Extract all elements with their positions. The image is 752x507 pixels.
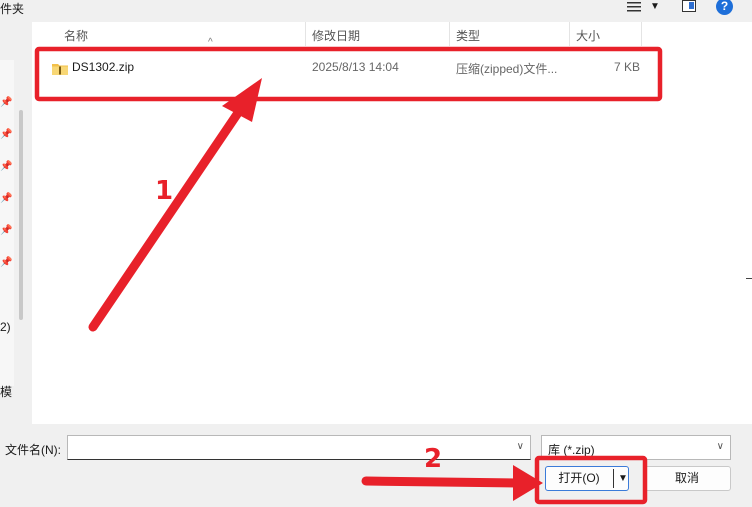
file-type: 压缩(zipped)文件... — [456, 62, 558, 76]
column-divider[interactable] — [305, 22, 306, 46]
file-type-filter[interactable]: 库 (*.zip) ∨ — [541, 435, 731, 460]
file-size: 7 KB — [614, 60, 641, 74]
column-divider[interactable] — [569, 22, 570, 46]
view-list-icon[interactable] — [627, 1, 641, 13]
pin-icon[interactable]: 📌 — [0, 129, 12, 141]
file-name[interactable]: DS1302.zip — [72, 60, 134, 74]
nav-scrollbar[interactable] — [19, 110, 23, 320]
navigation-pane — [0, 22, 23, 424]
pin-icon[interactable]: 📌 — [0, 257, 12, 269]
pin-icon[interactable]: 📌 — [0, 97, 12, 109]
column-divider[interactable] — [449, 22, 450, 46]
filename-input[interactable]: ∨ — [67, 435, 531, 460]
zip-folder-icon — [52, 64, 68, 75]
column-header-name[interactable]: 名称 — [64, 24, 88, 48]
file-row[interactable]: DS1302.zip 2025/8/13 14:04 压缩(zipped)文件.… — [32, 56, 652, 80]
column-header-size[interactable]: 大小 — [576, 24, 600, 48]
dialog-footer: 文件名(N): ∨ 库 (*.zip) ∨ 打开(O) ▼ 取消 — [0, 424, 752, 507]
file-list: ^ 名称 修改日期 类型 大小 DS1302.zip 2025/8/13 14:… — [32, 22, 752, 424]
preview-pane-icon[interactable] — [682, 0, 696, 12]
column-header-type[interactable]: 类型 — [456, 24, 480, 48]
sort-ascending-icon: ^ — [208, 37, 213, 48]
split-divider — [613, 469, 614, 488]
cancel-button[interactable]: 取消 — [643, 466, 731, 491]
chevron-down-icon[interactable]: ∨ — [717, 441, 724, 452]
step-number-1: 1 — [155, 176, 174, 206]
file-modified: 2025/8/13 14:04 — [312, 60, 399, 74]
help-icon[interactable]: ? — [716, 0, 733, 15]
column-divider[interactable] — [641, 22, 642, 46]
pin-icon[interactable]: 📌 — [0, 225, 12, 237]
filename-label: 文件名(N): — [5, 443, 61, 457]
step-number-2: 2 — [424, 444, 443, 474]
open-button[interactable]: 打开(O) ▼ — [545, 466, 629, 491]
pin-icon[interactable]: 📌 — [0, 161, 12, 173]
chevron-down-icon[interactable]: ∨ — [517, 441, 524, 452]
nav-item-fragment[interactable]: 2) — [0, 320, 11, 334]
pin-icon[interactable]: 📌 — [0, 193, 12, 205]
dropdown-arrow-icon[interactable]: ▼ — [618, 467, 628, 490]
open-button-label: 打开(O) — [558, 471, 600, 485]
edge-marker — [746, 278, 752, 292]
folder-label-fragment: 件夹 — [0, 2, 25, 16]
column-header-modified[interactable]: 修改日期 — [312, 24, 360, 48]
top-toolbar: 件夹 ▼ ? — [0, 0, 752, 22]
filter-value: 库 (*.zip) — [548, 443, 595, 457]
nav-item-fragment[interactable]: 模 — [0, 383, 12, 400]
view-dropdown-icon[interactable]: ▼ — [650, 1, 660, 12]
